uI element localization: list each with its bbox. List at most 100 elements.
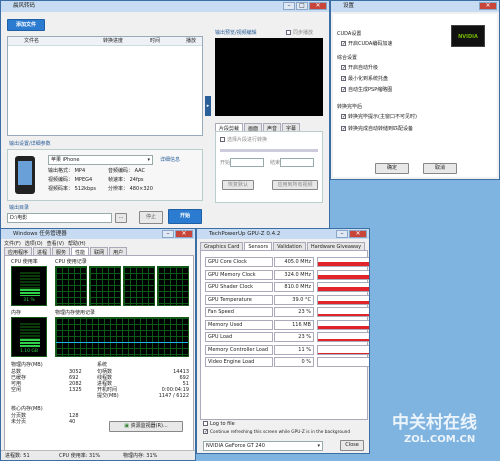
sensor-value: 405.0 MHz (274, 257, 314, 267)
sensor-row: GPU Temperature 39.0 °C (205, 294, 369, 306)
output-settings-label: 输出设置/详细参数 (9, 141, 51, 147)
tm-close-button[interactable]: ✕ (175, 230, 193, 238)
cancel-button[interactable]: 取消 (423, 163, 457, 174)
sensor-graph (317, 282, 369, 292)
start-time-field[interactable] (230, 158, 264, 167)
status-cpu: CPU 使用率: 31% (59, 453, 101, 459)
col-progress[interactable]: 转换进度 (103, 38, 123, 44)
sensor-name: GPU Shader Clock (205, 282, 273, 292)
gpuz-title: TechPowerUp GPU-Z 0.4.2 (209, 231, 281, 237)
log-to-file-checkbox[interactable]: Log to file (203, 421, 235, 427)
start-label: 开始 (220, 160, 231, 166)
general-group-label: 综合设置 (337, 55, 358, 61)
sensors-panel: GPU Core Clock 405.0 MHz GPU Memory Clock 3… (200, 250, 369, 420)
cpu-usage-label: CPU 使用率 (11, 259, 38, 265)
sensor-graph (317, 294, 369, 305)
close-button[interactable]: ✕ (309, 2, 327, 10)
sensor-row: Memory Used 116 MB (205, 319, 369, 331)
gpuz-close-button[interactable]: Close (340, 440, 364, 451)
collapse-handle[interactable]: ▸ (205, 96, 211, 116)
sensor-graph-fill (318, 261, 369, 266)
clip-slider[interactable] (220, 149, 318, 152)
gz-close-button[interactable]: ✕ (349, 230, 367, 238)
minimize-button[interactable]: – (283, 2, 295, 10)
apply-all-button[interactable]: 应用到所有视频 (272, 180, 318, 190)
ok-button[interactable]: 确定 (375, 163, 409, 174)
add-file-button[interactable]: 添加文件 (7, 19, 45, 31)
auto-update-checkbox[interactable]: ✓ 开启自动升级 (341, 65, 378, 71)
file-list[interactable]: 文件名 转换进度 时间 播放 (7, 36, 203, 136)
maximize-button[interactable]: □ (296, 2, 308, 10)
phone-image (15, 156, 35, 194)
continue-refresh-checkbox[interactable]: ✓ Continue refreshing this screen while G… (203, 429, 350, 436)
col-filename[interactable]: 文件名 (24, 38, 39, 44)
sensor-value: 324.0 MHz (274, 269, 314, 280)
sensor-graph (317, 307, 369, 317)
settings-close-button[interactable]: ✕ (479, 2, 497, 10)
converter-titlebar[interactable]: 晨风转码 – □ ✕ (1, 1, 329, 12)
sensor-row: GPU Memory Clock 324.0 MHz (205, 269, 369, 281)
sensor-name: GPU Memory Clock (205, 269, 273, 280)
settings-titlebar[interactable]: 设置 ✕ (331, 1, 499, 12)
device-panel: 苹果 iPhone ▾ 详细信息 输出格式： MP4 音频编码： AAC 视频编码… (7, 149, 203, 201)
sensor-graph (317, 357, 369, 367)
cuda-checkbox[interactable]: ✓ 开启CUDA编码加速 (341, 41, 392, 47)
clip-panel: 选择片段进行转换 开始 结束 恢复默认 应用到所有视频 (215, 131, 323, 203)
status-processes: 进程数: 51 (5, 453, 30, 459)
auto-transfer-checkbox[interactable]: ✓ 转换完成自动转储到匹配设备 (341, 126, 413, 132)
clip-checkbox[interactable]: 选择片段进行转换 (220, 137, 267, 143)
sensor-name: GPU Load (205, 332, 273, 342)
taskmgr-window: Windows 任务管理器 – ✕ 文件(F) 选项(O) 查看(V) 帮助(H) 应用… (0, 228, 196, 461)
card-select[interactable]: NVIDIA GeForce GT 240 ▾ (203, 441, 323, 451)
sensor-row: Video Engine Load 0 % (205, 357, 369, 368)
details-link[interactable]: 详细信息 (160, 157, 180, 163)
sensor-row: GPU Shader Clock 810.0 MHz (205, 282, 369, 293)
sensor-graph-fill (318, 314, 369, 316)
after-group-label: 转换完毕后 (337, 104, 363, 110)
video-preview (215, 38, 323, 116)
tm-minimize-button[interactable]: – (162, 230, 174, 238)
psp-thumb-checkbox[interactable]: ✓ 自动生成PSP缩略图 (341, 87, 392, 93)
col-time[interactable]: 时间 (150, 38, 160, 44)
chevron-down-icon: ▾ (147, 157, 150, 163)
sensor-graph (317, 332, 369, 342)
settings-window: 设置 ✕ CUDA设置 ✓ 开启CUDA编码加速 NVIDIA 综合设置 ✓ 开启自… (330, 0, 500, 180)
sensor-name: Memory Used (205, 319, 273, 330)
tm-menubar: 文件(F) 选项(O) 查看(V) 帮助(H) (4, 240, 86, 247)
reset-button[interactable]: 恢复默认 (222, 180, 254, 190)
preview-label: 输出预览/视频编辑 (215, 30, 257, 36)
sync-play-checkbox[interactable]: 同步播放 (286, 30, 313, 36)
stop-button[interactable]: 停止 (139, 211, 163, 224)
sensor-row: Memory Controller Load 11 % (205, 344, 369, 356)
resource-monitor-button[interactable]: ▣ 资源监视器(R)... (109, 421, 183, 432)
sensor-graph (317, 344, 369, 355)
minimize-tray-checkbox[interactable]: ✓ 最小化到系统托盘 (341, 76, 388, 82)
gpuz-window: TechPowerUp GPU-Z 0.4.2 – ✕ Graphics Card… (196, 228, 370, 454)
gpuz-titlebar[interactable]: TechPowerUp GPU-Z 0.4.2 – ✕ (197, 229, 369, 239)
gz-minimize-button[interactable]: – (336, 230, 348, 238)
sensor-graph (317, 319, 369, 330)
sensor-graph-fill (318, 274, 369, 279)
output-dir-field[interactable]: D:\电影 (7, 213, 112, 223)
converter-title: 晨风转码 (13, 3, 36, 9)
mem-meter: 1.10 GB (11, 317, 47, 357)
sensor-row: GPU Load 23 % (205, 332, 369, 343)
browse-button[interactable]: ... (115, 213, 127, 223)
notify-checkbox[interactable]: ✓ 转换完毕提示(主窗口不可见时) (341, 114, 417, 120)
cpu-percent: 31 % (23, 298, 35, 303)
nvidia-logo: NVIDIA (451, 25, 485, 47)
sensor-value: 23 % (274, 332, 314, 342)
sensor-value: 23 % (274, 307, 314, 317)
col-play[interactable]: 播放 (186, 38, 196, 44)
sensor-value: 39.0 °C (274, 294, 314, 305)
device-select[interactable]: 苹果 iPhone ▾ (48, 155, 153, 165)
taskmgr-titlebar[interactable]: Windows 任务管理器 – ✕ (1, 229, 195, 239)
start-button[interactable]: 开始 (168, 209, 202, 224)
end-time-field[interactable] (280, 158, 314, 167)
sensor-graph-fill (318, 352, 369, 354)
sensor-graph-fill (318, 287, 369, 291)
status-memory: 物理内存: 31% (123, 453, 158, 459)
sensor-name: GPU Core Clock (205, 257, 273, 267)
converter-window: 晨风转码 – □ ✕ 添加文件 文件名 转换进度 时间 播放 输出设置/详细参数 苹… (0, 0, 330, 230)
sensor-value: 810.0 MHz (274, 282, 314, 292)
